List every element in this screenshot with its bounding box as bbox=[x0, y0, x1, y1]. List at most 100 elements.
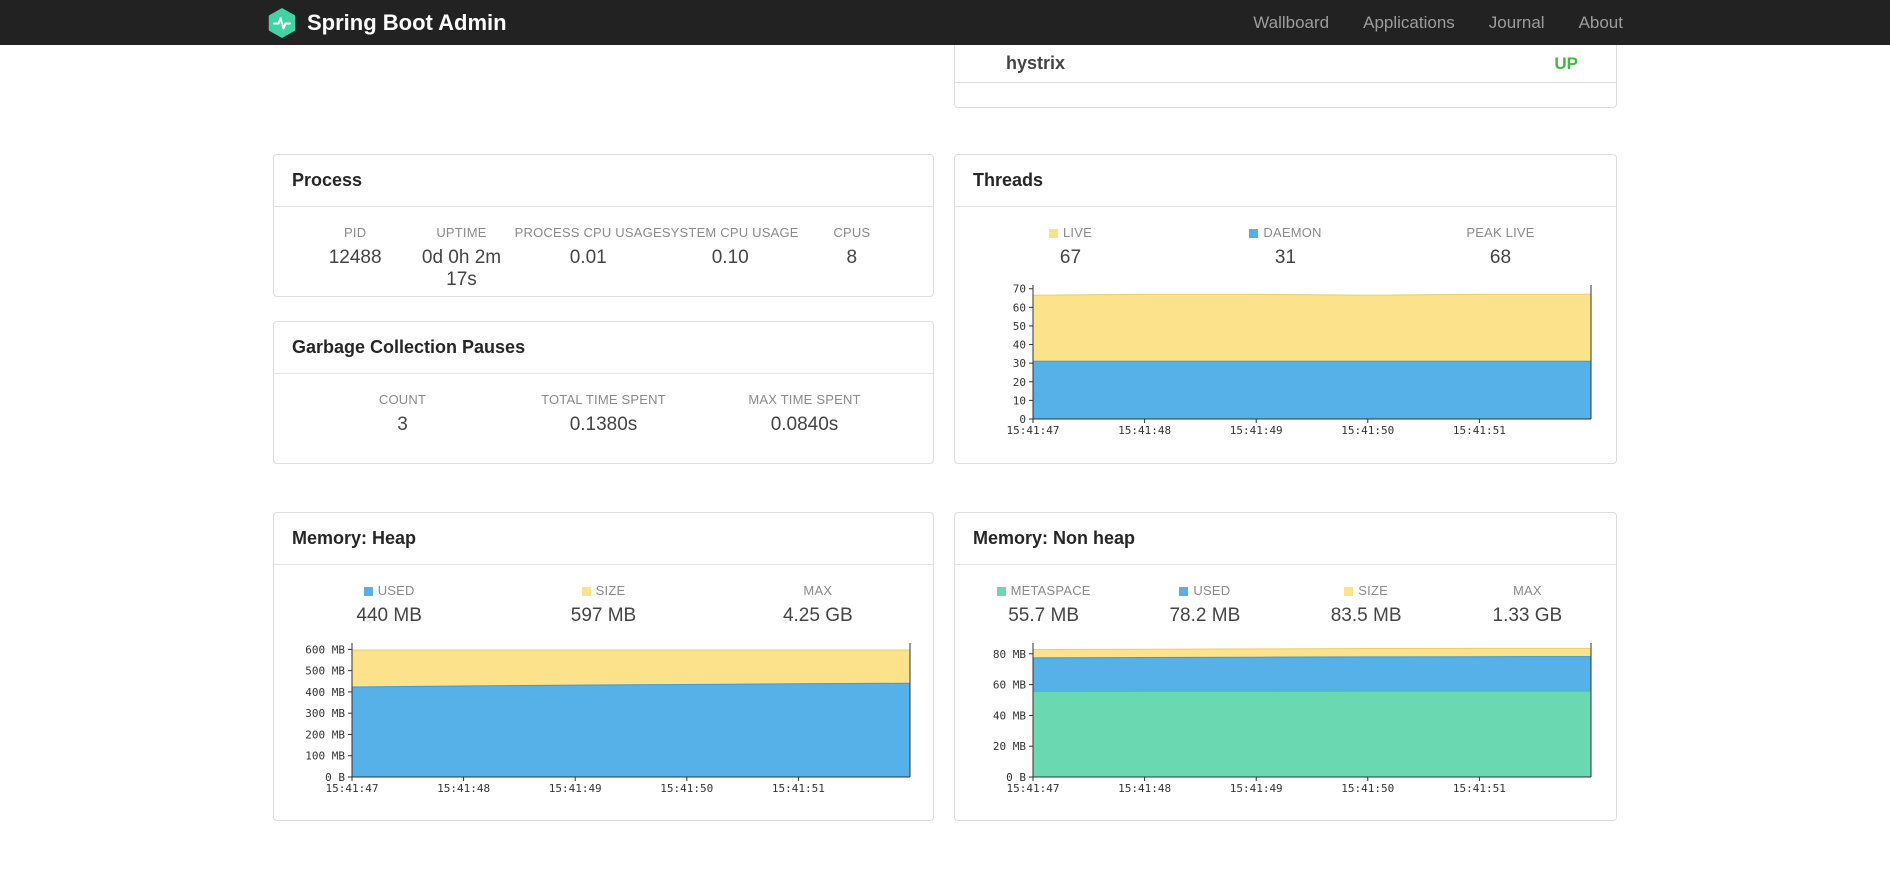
memory-heap-legend: USED 440 MB SIZE 597 MB MAX 4.25 GB bbox=[274, 565, 933, 627]
application-row-hystrix[interactable]: hystrix UP bbox=[955, 45, 1616, 83]
threads-legend: LIVE 67 DAEMON 31 PEAK LIVE 68 bbox=[955, 207, 1616, 269]
legend-swatch-yellow bbox=[1049, 229, 1058, 238]
svg-text:400 MB: 400 MB bbox=[305, 686, 345, 699]
legend-value: 55.7 MB bbox=[1008, 605, 1079, 626]
legend-swatch-yellow bbox=[581, 587, 591, 596]
svg-text:15:41:47: 15:41:47 bbox=[1007, 424, 1060, 437]
svg-text:30: 30 bbox=[1013, 357, 1026, 370]
legend-value: 440 MB bbox=[356, 605, 422, 626]
nav-item-journal[interactable]: Journal bbox=[1489, 13, 1545, 33]
stat-value: 0.10 bbox=[711, 247, 749, 268]
stat-pid: PID 12488 bbox=[302, 225, 408, 291]
stat-value: 0.0840s bbox=[770, 414, 839, 435]
svg-text:15:41:47: 15:41:47 bbox=[326, 782, 379, 795]
nav-item-applications[interactable]: Applications bbox=[1363, 13, 1455, 33]
spring-boot-admin-logo-icon bbox=[267, 7, 297, 38]
stat-label: TOTAL TIME SPENT bbox=[541, 392, 666, 407]
svg-text:15:41:50: 15:41:50 bbox=[1341, 424, 1394, 437]
svg-text:500 MB: 500 MB bbox=[305, 665, 345, 678]
memory-nonheap-card-title: Memory: Non heap bbox=[973, 528, 1136, 548]
stat-value: 12488 bbox=[328, 247, 382, 268]
threads-card-header: Threads bbox=[955, 155, 1616, 207]
legend-item-max: MAX 4.25 GB bbox=[711, 583, 925, 627]
memory-heap-card-title: Memory: Heap bbox=[292, 528, 417, 548]
legend-label: MAX bbox=[803, 583, 833, 598]
stat-uptime: UPTIME 0d 0h 2m 17s bbox=[408, 225, 514, 291]
application-name[interactable]: hystrix bbox=[1006, 53, 1065, 74]
svg-text:15:41:50: 15:41:50 bbox=[660, 782, 713, 795]
gc-card-header: Garbage Collection Pauses bbox=[274, 322, 933, 374]
stat-label: COUNT bbox=[378, 392, 427, 407]
legend-label: SIZE bbox=[1286, 583, 1447, 598]
legend-swatch-yellow bbox=[1344, 587, 1354, 596]
svg-text:60 MB: 60 MB bbox=[993, 679, 1026, 692]
nav-links: Wallboard Applications Journal About bbox=[1253, 13, 1623, 33]
svg-text:15:41:51: 15:41:51 bbox=[772, 782, 825, 795]
legend-value: 597 MB bbox=[570, 605, 637, 626]
svg-text:15:41:49: 15:41:49 bbox=[1230, 782, 1283, 795]
legend-item-peak-live: PEAK LIVE 68 bbox=[1393, 225, 1608, 269]
legend-item-used: USED 78.2 MB bbox=[1124, 583, 1285, 627]
legend-item-size: SIZE 597 MB bbox=[496, 583, 710, 627]
legend-item-metaspace: METASPACE 55.7 MB bbox=[963, 583, 1124, 627]
svg-text:60: 60 bbox=[1013, 301, 1026, 314]
svg-text:20: 20 bbox=[1013, 376, 1026, 389]
threads-card: Threads LIVE 67 DAEMON 31 PEAK LIVE 68 0… bbox=[954, 154, 1617, 464]
svg-text:80 MB: 80 MB bbox=[993, 648, 1026, 661]
threads-card-title: Threads bbox=[973, 170, 1044, 190]
legend-item-daemon: DAEMON 31 bbox=[1178, 225, 1393, 269]
stat-label: PROCESS CPU USAGE bbox=[514, 225, 662, 240]
svg-text:15:41:50: 15:41:50 bbox=[1341, 782, 1394, 795]
memory-nonheap-legend: METASPACE 55.7 MB USED 78.2 MB SIZE 83.5… bbox=[955, 565, 1616, 627]
legend-label: PEAK LIVE bbox=[1466, 225, 1535, 240]
stat-gc-max-time: MAX TIME SPENT 0.0840s bbox=[704, 392, 905, 436]
memory-nonheap-card-header: Memory: Non heap bbox=[955, 513, 1616, 565]
svg-text:15:41:49: 15:41:49 bbox=[549, 782, 602, 795]
navbar: Spring Boot Admin Wallboard Applications… bbox=[0, 0, 1890, 45]
nav-item-about[interactable]: About bbox=[1579, 13, 1623, 33]
svg-text:40: 40 bbox=[1013, 339, 1026, 352]
right-column: hystrix UP Threads LIVE 67 DAEMON 31 PEA… bbox=[954, 45, 1617, 821]
svg-text:70: 70 bbox=[1013, 283, 1026, 296]
stat-value: 3 bbox=[397, 414, 408, 435]
legend-label: LIVE bbox=[963, 225, 1178, 240]
stat-label: CPUS bbox=[833, 225, 871, 240]
svg-text:600 MB: 600 MB bbox=[305, 643, 345, 656]
stat-process-cpu-usage: PROCESS CPU USAGE 0.01 bbox=[515, 225, 662, 291]
legend-swatch-blue bbox=[1249, 229, 1259, 238]
memory-nonheap-card: Memory: Non heap METASPACE 55.7 MB USED … bbox=[954, 512, 1617, 821]
stat-value: 8 bbox=[846, 247, 858, 268]
svg-text:15:41:51: 15:41:51 bbox=[1453, 782, 1506, 795]
legend-swatch-blue bbox=[363, 587, 373, 596]
svg-text:15:41:51: 15:41:51 bbox=[1453, 424, 1506, 437]
brand-link[interactable]: Spring Boot Admin bbox=[267, 7, 507, 38]
garbage-collection-card: Garbage Collection Pauses COUNT 3 TOTAL … bbox=[273, 321, 934, 464]
navbar-inner: Spring Boot Admin Wallboard Applications… bbox=[267, 7, 1623, 38]
legend-label: USED bbox=[1124, 583, 1285, 598]
svg-text:15:41:48: 15:41:48 bbox=[437, 782, 490, 795]
nav-item-wallboard[interactable]: Wallboard bbox=[1253, 13, 1329, 33]
svg-text:100 MB: 100 MB bbox=[305, 750, 345, 763]
legend-item-live: LIVE 67 bbox=[963, 225, 1178, 269]
process-card-header: Process bbox=[274, 155, 933, 207]
left-column: Process PID 12488 UPTIME 0d 0h 2m 17s PR… bbox=[273, 45, 934, 821]
stat-value: 0d 0h 2m 17s bbox=[421, 247, 502, 290]
svg-text:10: 10 bbox=[1013, 394, 1026, 407]
legend-value: 31 bbox=[1274, 247, 1297, 268]
svg-text:50: 50 bbox=[1013, 320, 1026, 333]
svg-text:40 MB: 40 MB bbox=[993, 709, 1026, 722]
legend-label: METASPACE bbox=[963, 583, 1124, 598]
stat-label: PID bbox=[344, 225, 367, 240]
legend-value: 78.2 MB bbox=[1169, 605, 1241, 626]
stat-label: SYSTEM CPU USAGE bbox=[661, 225, 799, 240]
stat-label: UPTIME bbox=[436, 225, 487, 240]
main-content: Process PID 12488 UPTIME 0d 0h 2m 17s PR… bbox=[273, 45, 1617, 821]
process-card-title: Process bbox=[292, 170, 363, 190]
legend-item-max: MAX 1.33 GB bbox=[1447, 583, 1608, 627]
stat-cpus: CPUS 8 bbox=[799, 225, 905, 291]
brand-title: Spring Boot Admin bbox=[307, 9, 507, 35]
process-stats-row: PID 12488 UPTIME 0d 0h 2m 17s PROCESS CP… bbox=[274, 207, 933, 291]
legend-value: 83.5 MB bbox=[1330, 605, 1402, 626]
stat-value: 0.01 bbox=[569, 247, 607, 268]
legend-label: SIZE bbox=[496, 583, 710, 598]
